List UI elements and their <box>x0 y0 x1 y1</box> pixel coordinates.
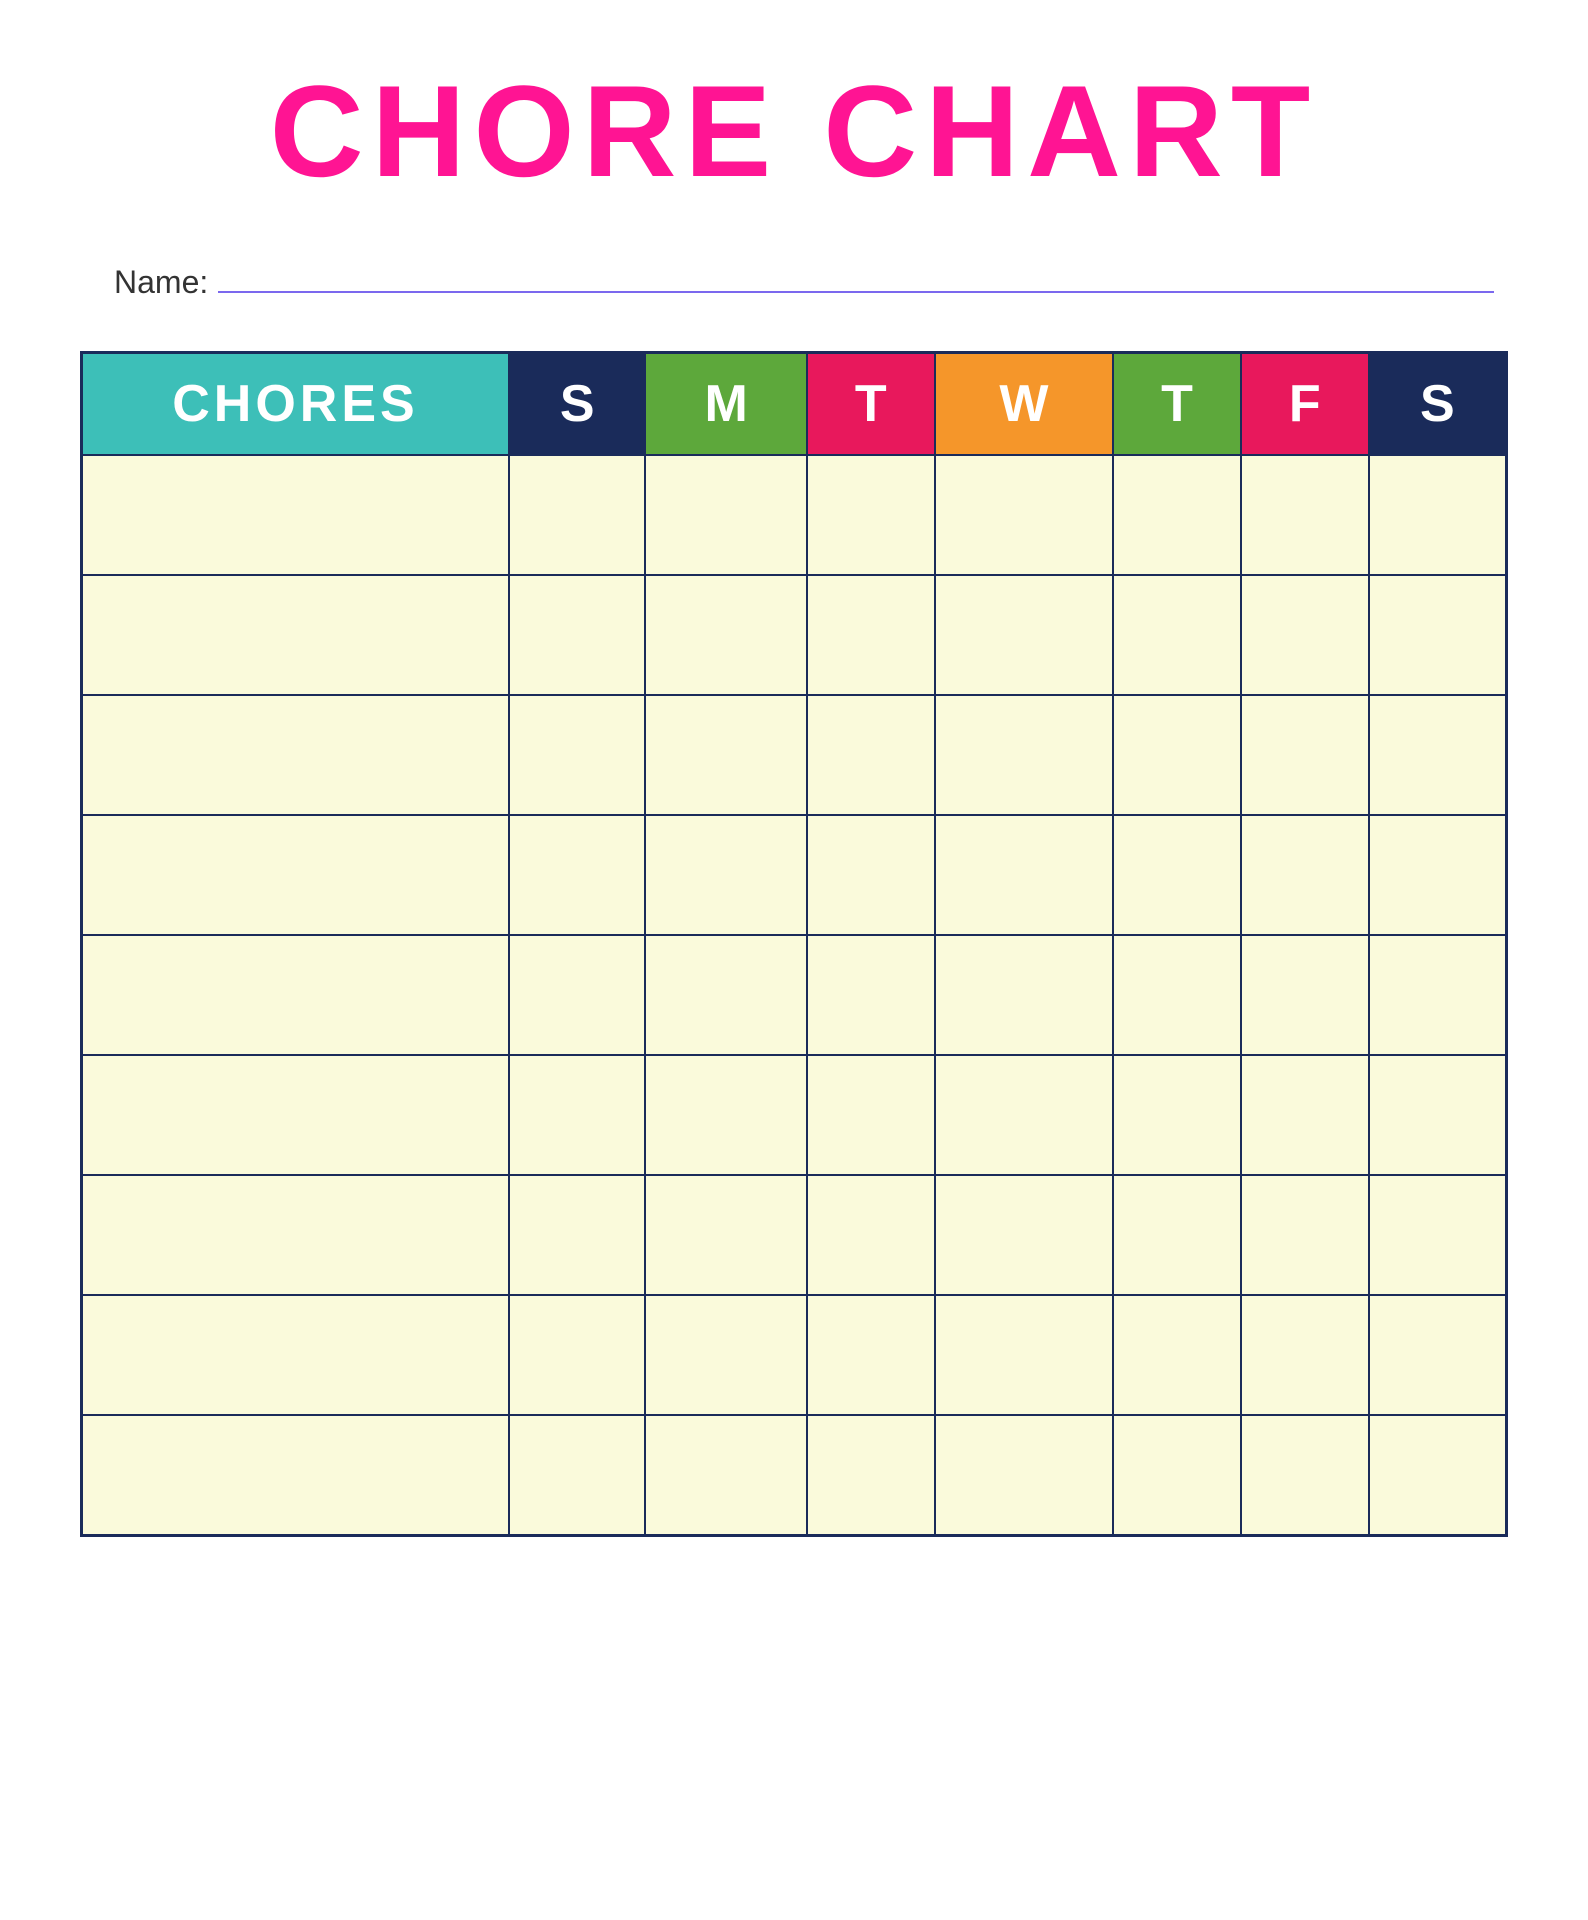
chore-day-cell <box>1241 695 1369 815</box>
chore-day-cell <box>509 1415 645 1535</box>
table-row <box>82 935 1507 1055</box>
chore-day-cell <box>1369 815 1507 935</box>
chore-day-cell <box>509 1295 645 1415</box>
chore-day-cell <box>1113 815 1241 935</box>
chore-day-cell <box>645 815 807 935</box>
table-body <box>82 455 1507 1535</box>
page-title: CHORE CHART <box>270 60 1319 203</box>
table-row <box>82 1415 1507 1535</box>
table-header-row: CHORES S M T W T F S <box>82 353 1507 456</box>
table-row <box>82 695 1507 815</box>
header-monday: M <box>645 353 807 456</box>
chore-day-cell <box>645 1055 807 1175</box>
chore-day-cell <box>1369 1415 1507 1535</box>
chore-day-cell <box>807 935 935 1055</box>
chore-day-cell <box>807 1295 935 1415</box>
chore-day-cell <box>1241 1175 1369 1295</box>
chore-day-cell <box>509 935 645 1055</box>
chore-day-cell <box>1113 1175 1241 1295</box>
chore-day-cell <box>1113 455 1241 575</box>
chore-day-cell <box>935 1295 1113 1415</box>
chore-day-cell <box>807 455 935 575</box>
chore-name-cell <box>82 1415 510 1535</box>
chore-day-cell <box>807 1055 935 1175</box>
chore-day-cell <box>509 815 645 935</box>
chore-day-cell <box>807 815 935 935</box>
chore-day-cell <box>645 695 807 815</box>
chore-day-cell <box>1241 815 1369 935</box>
chore-day-cell <box>1241 455 1369 575</box>
chore-day-cell <box>1241 575 1369 695</box>
header-friday: F <box>1241 353 1369 456</box>
chore-day-cell <box>1369 1175 1507 1295</box>
chore-day-cell <box>645 1415 807 1535</box>
chore-day-cell <box>935 935 1113 1055</box>
chore-day-cell <box>645 1175 807 1295</box>
chore-day-cell <box>935 695 1113 815</box>
chore-chart-table: CHORES S M T W T F S <box>80 351 1508 1537</box>
chore-day-cell <box>1113 575 1241 695</box>
chore-day-cell <box>935 1055 1113 1175</box>
chore-day-cell <box>935 575 1113 695</box>
chore-day-cell <box>1369 1295 1507 1415</box>
header-wednesday: W <box>935 353 1113 456</box>
header-tuesday: T <box>807 353 935 456</box>
chore-day-cell <box>645 935 807 1055</box>
chore-name-cell <box>82 455 510 575</box>
chore-day-cell <box>807 1415 935 1535</box>
chore-day-cell <box>1369 455 1507 575</box>
chore-day-cell <box>1241 935 1369 1055</box>
chore-day-cell <box>807 575 935 695</box>
chore-day-cell <box>509 1055 645 1175</box>
chore-day-cell <box>1369 935 1507 1055</box>
header-saturday: S <box>1369 353 1507 456</box>
chore-day-cell <box>935 1415 1113 1535</box>
table-row <box>82 1295 1507 1415</box>
chore-day-cell <box>645 1295 807 1415</box>
chore-name-cell <box>82 1295 510 1415</box>
table-row <box>82 455 1507 575</box>
chore-day-cell <box>509 455 645 575</box>
chore-day-cell <box>1113 1295 1241 1415</box>
chore-day-cell <box>1241 1055 1369 1175</box>
chore-day-cell <box>645 455 807 575</box>
chore-day-cell <box>1113 1415 1241 1535</box>
chore-day-cell <box>1241 1295 1369 1415</box>
name-row: Name: <box>94 263 1494 301</box>
chore-day-cell <box>509 695 645 815</box>
chore-day-cell <box>509 575 645 695</box>
chore-day-cell <box>645 575 807 695</box>
chore-name-cell <box>82 695 510 815</box>
chore-day-cell <box>1369 1055 1507 1175</box>
chore-day-cell <box>509 1175 645 1295</box>
table-row <box>82 1055 1507 1175</box>
chores-header: CHORES <box>82 353 510 456</box>
chore-day-cell <box>807 695 935 815</box>
chore-day-cell <box>1113 695 1241 815</box>
chore-day-cell <box>1113 1055 1241 1175</box>
chore-name-cell <box>82 935 510 1055</box>
table-row <box>82 575 1507 695</box>
chore-day-cell <box>807 1175 935 1295</box>
chore-day-cell <box>1113 935 1241 1055</box>
chore-day-cell <box>935 1175 1113 1295</box>
chore-name-cell <box>82 1175 510 1295</box>
name-label: Name: <box>114 264 208 301</box>
chore-day-cell <box>1241 1415 1369 1535</box>
chore-name-cell <box>82 1055 510 1175</box>
chore-day-cell <box>935 455 1113 575</box>
chore-day-cell <box>1369 575 1507 695</box>
chore-day-cell <box>935 815 1113 935</box>
name-underline <box>218 263 1494 293</box>
chore-name-cell <box>82 815 510 935</box>
header-thursday: T <box>1113 353 1241 456</box>
chore-name-cell <box>82 575 510 695</box>
header-sunday-1: S <box>509 353 645 456</box>
chore-day-cell <box>1369 695 1507 815</box>
table-row <box>82 1175 1507 1295</box>
table-row <box>82 815 1507 935</box>
